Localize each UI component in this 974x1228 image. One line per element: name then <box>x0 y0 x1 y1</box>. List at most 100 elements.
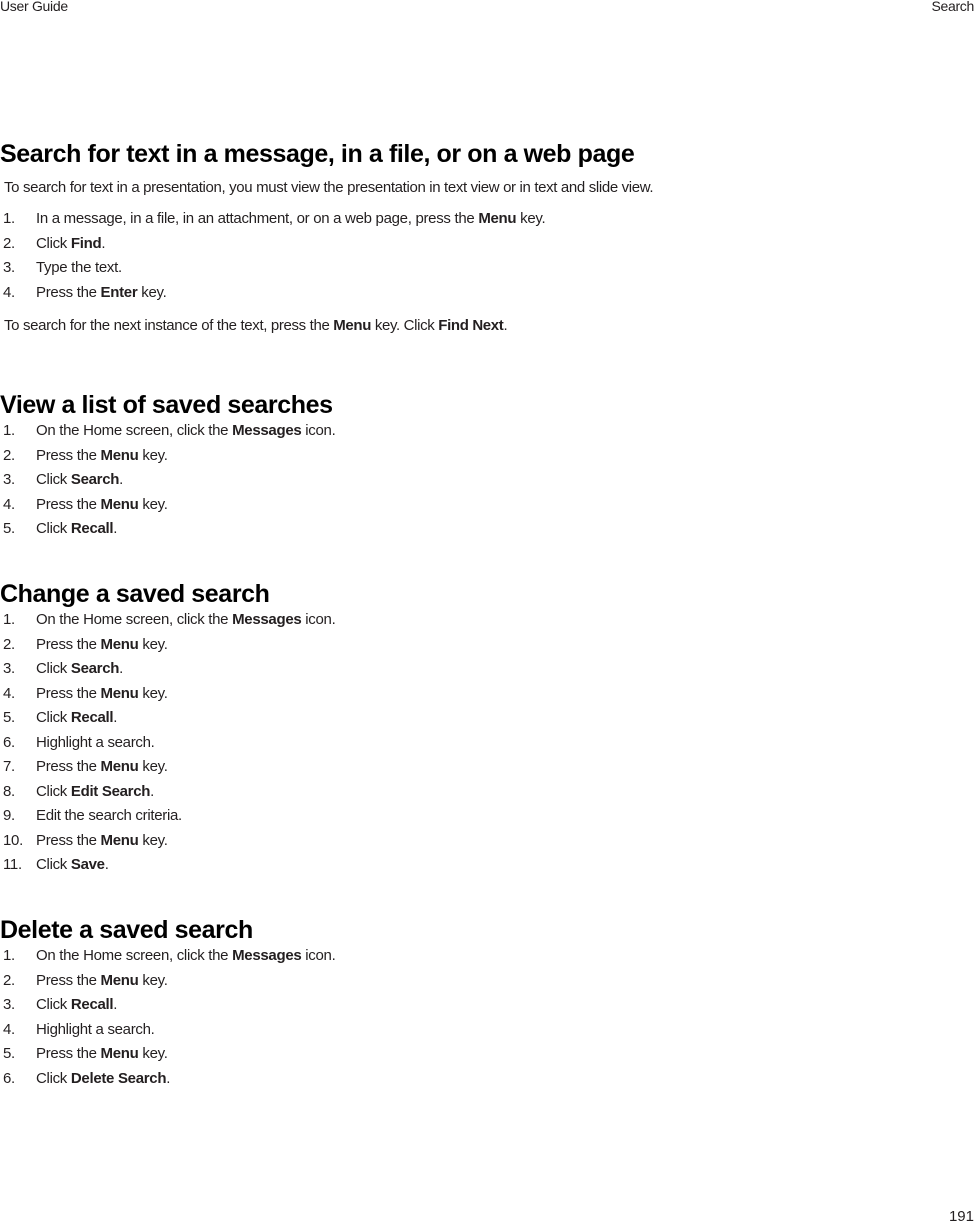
section-heading: Change a saved search <box>0 580 270 608</box>
ui-term: Enter <box>100 283 138 301</box>
step-number: 4. <box>3 495 15 513</box>
step-number: 5. <box>3 1045 15 1062</box>
step-item: 6. Highlight a search. <box>0 734 270 759</box>
text-run: Edit the search criteria. <box>36 807 182 824</box>
text-run: Type the text. <box>36 259 122 276</box>
step-text: Press the Menu key. <box>36 685 168 702</box>
text-run: On the Home screen, click the <box>36 611 233 628</box>
text-run: Click <box>36 471 71 488</box>
ui-term: Recall <box>70 709 114 726</box>
text-run: key. <box>138 684 168 702</box>
step-item: 9. Edit the search criteria. <box>0 807 270 832</box>
ui-term: Recall <box>70 520 114 537</box>
step-text: Click Recall. <box>36 520 117 537</box>
text-run: icon. <box>301 947 336 964</box>
text-run: On the Home screen, click the <box>36 947 233 964</box>
step-item: 11. Click Save. <box>0 856 270 881</box>
ui-term: Delete Search <box>70 1069 167 1087</box>
text-run: . <box>119 471 123 488</box>
step-text: Click Recall. <box>36 996 117 1013</box>
step-number: 4. <box>3 684 15 702</box>
ui-term: Save <box>70 856 105 873</box>
step-number: 9. <box>3 807 15 824</box>
step-item: 7. Press the Menu key. <box>0 758 270 783</box>
step-text: Press the Menu key. <box>36 758 168 775</box>
ui-term: Messages <box>232 947 302 964</box>
step-number: 2. <box>3 635 15 653</box>
text-run: Press the <box>36 971 101 989</box>
section-search-text: Search for text in a message, in a file,… <box>0 140 654 334</box>
text-run: Press the <box>36 1045 101 1062</box>
step-item: 5. Click Recall. <box>0 520 333 545</box>
step-text: Press the Menu key. <box>36 1045 168 1062</box>
steps-list: 1. On the Home screen, click the Messages… <box>0 947 336 1094</box>
text-run: key. <box>138 1045 168 1062</box>
steps-list: 1. On the Home screen, click the Messages… <box>0 611 336 881</box>
step-text: Press the Menu key. <box>36 636 168 653</box>
ui-term: Menu <box>100 684 139 702</box>
step-text: Press the Menu key. <box>36 832 168 849</box>
step-item: 5. Press the Menu key. <box>0 1045 253 1070</box>
section-note: To search for the next instance of the t… <box>0 317 653 334</box>
section-heading: Delete a saved search <box>0 916 253 944</box>
step-item: 4. Press the Menu key. <box>0 685 270 710</box>
step-number: 2. <box>3 971 15 989</box>
step-number: 6. <box>3 1069 15 1087</box>
text-run: key. <box>516 210 546 227</box>
step-number: 3. <box>3 660 15 677</box>
step-text: Click Find. <box>36 235 106 252</box>
step-item: 5. Click Recall. <box>0 709 270 734</box>
text-run: On the Home screen, click the <box>36 422 233 439</box>
ui-term: Edit Search <box>70 782 151 800</box>
text-run: Click <box>36 709 71 726</box>
step-number: 2. <box>3 446 15 464</box>
section-delete-saved-search: Delete a saved search 1. On the Home scre… <box>0 916 336 1094</box>
text-run: Click <box>36 520 71 537</box>
step-text: On the Home screen, click the Messages i… <box>36 422 336 439</box>
ui-term: Search <box>70 660 120 677</box>
text-run: key. <box>138 495 168 513</box>
step-number: 1. <box>3 947 15 964</box>
step-text: On the Home screen, click the Messages i… <box>36 947 336 964</box>
step-text: Highlight a search. <box>36 734 155 751</box>
ui-term: Search <box>70 471 120 488</box>
step-number: 5. <box>3 520 15 537</box>
text-run: key. Click <box>371 317 439 334</box>
step-number: 4. <box>3 1020 15 1038</box>
text-run: Click <box>36 1069 71 1087</box>
step-text: Press the Enter key. <box>36 283 167 301</box>
step-text: Click Recall. <box>36 709 117 726</box>
step-item: 1. On the Home screen, click the Messages… <box>0 947 336 972</box>
ui-term: Menu <box>478 210 517 227</box>
text-run: To search for the next instance of the t… <box>4 317 334 334</box>
step-item: 4. Press the Menu key. <box>0 496 333 521</box>
text-run: . <box>113 520 118 537</box>
step-text: In a message, in a file, in an attachmen… <box>36 210 546 227</box>
ui-term: Menu <box>100 831 139 849</box>
step-item: 4. Highlight a search. <box>0 1021 253 1046</box>
step-text: Press the Menu key. <box>36 972 168 989</box>
step-number: 3. <box>3 259 15 276</box>
step-item: 2. Press the Menu key. <box>0 447 333 472</box>
section-change-saved-search: Change a saved search 1. On the Home scre… <box>0 580 336 881</box>
ui-term: Menu <box>100 971 139 989</box>
text-run: . <box>150 782 154 800</box>
step-item: 1. On the Home screen, click the Messages… <box>0 611 336 636</box>
running-header-title: User Guide <box>0 0 68 14</box>
ui-term: Menu <box>100 446 139 464</box>
text-run: key. <box>138 446 168 464</box>
text-run: . <box>113 996 118 1013</box>
text-run: Press the <box>36 635 101 653</box>
step-item: 8. Click Edit Search. <box>0 783 270 808</box>
step-number: 5. <box>3 709 15 726</box>
ui-term: Menu <box>100 635 139 653</box>
text-run: Press the <box>36 758 101 775</box>
section-view-saved-searches: View a list of saved searches 1. On the H… <box>0 391 336 545</box>
text-run: . <box>119 660 123 677</box>
step-text: Click Search. <box>36 471 123 488</box>
step-text: Type the text. <box>36 259 122 276</box>
ui-term: Find Next <box>438 317 504 334</box>
step-number: 6. <box>3 733 15 751</box>
text-run: Click <box>36 782 71 800</box>
step-number: 4. <box>3 283 15 301</box>
